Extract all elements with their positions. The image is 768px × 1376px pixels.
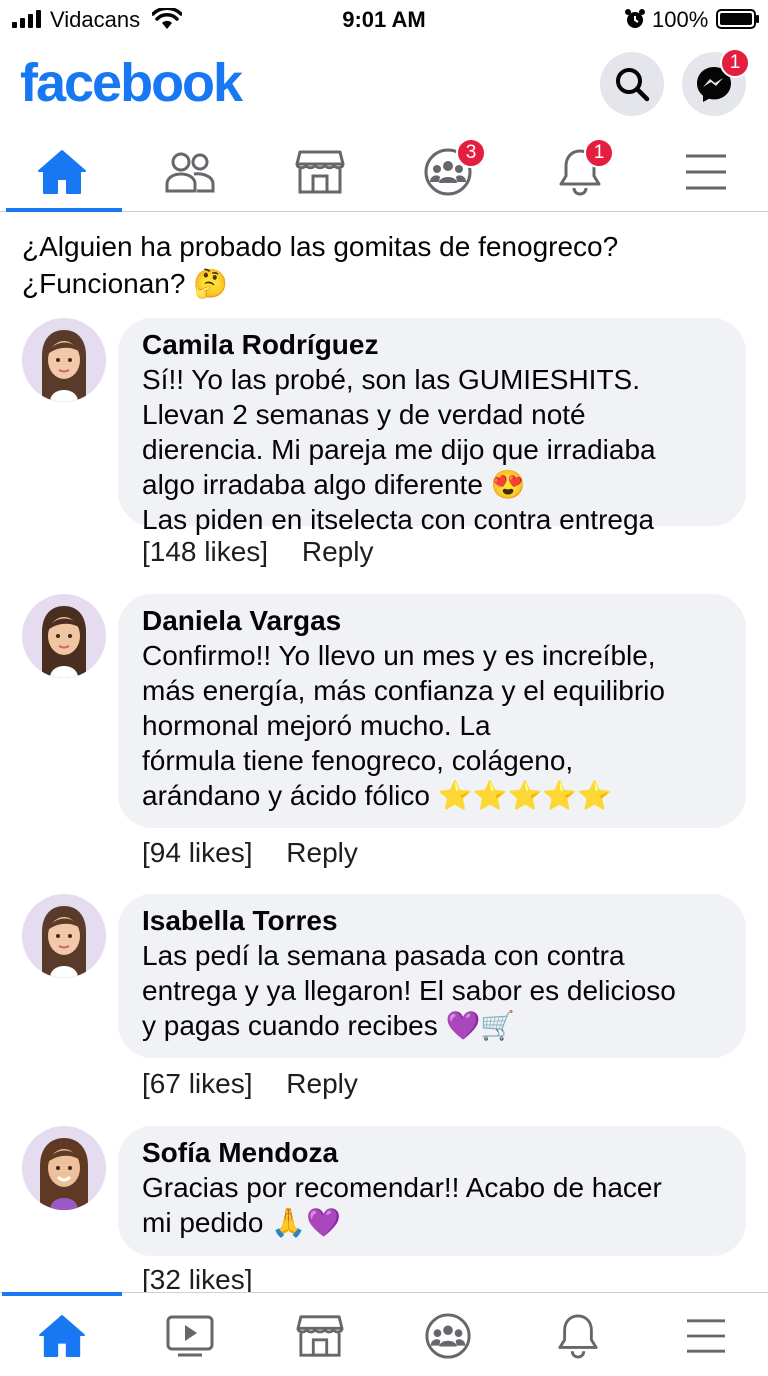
like-count[interactable]: [94 likes] (142, 837, 253, 869)
menu-icon (686, 154, 726, 190)
bottom-tab-groups[interactable] (388, 1301, 508, 1371)
tab-groups[interactable]: 3 (388, 132, 508, 212)
battery-percentage: 100% (652, 7, 709, 32)
battery-icon (716, 9, 759, 29)
bell-icon (558, 1314, 598, 1359)
comment-line: Las pedí la semana pasada con contra (142, 940, 625, 971)
comment-line: mi pedido 🙏💜 (142, 1207, 341, 1238)
comment-author[interactable]: Sofía Mendoza (142, 1136, 722, 1170)
comment-author[interactable]: Camila Rodríguez (142, 328, 722, 362)
friends-icon (165, 152, 215, 193)
comment-bubble: Camila Rodríguez Sí!! Yo las probé, son … (118, 318, 746, 535)
comment-line: Llevan 2 semanas y de verdad noté (142, 399, 586, 430)
comment-line: Confirmo!! Yo llevo un mes y es increíbl… (142, 640, 656, 671)
home-icon (39, 1314, 85, 1358)
groups-badge: 3 (456, 138, 486, 168)
reply-button[interactable]: Reply (286, 837, 358, 869)
avatar-image (42, 330, 86, 402)
tab-notifications[interactable]: 1 (520, 132, 640, 212)
avatar-image (42, 906, 86, 978)
comment-line: algo irradaba algo diferente 😍 (142, 469, 526, 500)
tab-marketplace[interactable] (260, 132, 380, 212)
search-icon (616, 68, 650, 102)
comment-line: más energía, más confianza y el equilibr… (142, 675, 665, 706)
menu-icon (687, 1319, 725, 1353)
search-button[interactable] (600, 52, 664, 116)
active-tab-indicator (6, 208, 122, 212)
reply-button[interactable]: Reply (302, 536, 374, 568)
tab-menu[interactable] (646, 132, 766, 212)
comment-bubble: Sofía Mendoza Gracias por recomendar!! A… (118, 1126, 746, 1256)
comment-bubble: Daniela Vargas Confirmo!! Yo llevo un me… (118, 594, 746, 828)
comment-actions: [148 likes] Reply (142, 536, 373, 568)
home-icon (38, 150, 86, 194)
comment-line: entrega y ya llegaron! El sabor es delic… (142, 975, 676, 1006)
comment-text: Confirmo!! Yo llevo un mes y es increíbl… (142, 638, 722, 813)
like-count[interactable]: [148 likes] (142, 536, 268, 568)
like-count[interactable]: [67 likes] (142, 1068, 253, 1100)
groups-icon (425, 1313, 471, 1359)
comment-line: Sí!! Yo las probé, son las GUMIESHITS. (142, 364, 640, 395)
comment-author[interactable]: Daniela Vargas (142, 604, 722, 638)
comment-line: hormonal mejoró mucho. La (142, 710, 491, 741)
status-bar: Vidacans 9:01 AM 100% (0, 0, 768, 40)
messenger-badge: 1 (720, 48, 750, 78)
comment-line: fórmula tiene fenogreco, colágeno, (142, 745, 574, 776)
tab-home[interactable] (2, 132, 122, 212)
avatar[interactable] (22, 1126, 106, 1210)
top-nav: 3 1 (0, 132, 768, 212)
bottom-tab-notifications[interactable] (518, 1301, 638, 1371)
comment-actions: [94 likes] Reply (142, 837, 358, 869)
alarm-icon (625, 9, 645, 28)
comment-line: Las piden en itselecta con contra entreg… (142, 504, 655, 535)
reply-button[interactable]: Reply (286, 1068, 358, 1100)
comment-line: dierencia. Mi pareja me dijo que irradia… (142, 434, 656, 465)
bottom-tab-home[interactable] (2, 1301, 122, 1371)
tab-friends[interactable] (130, 132, 250, 212)
comment-text: Sí!! Yo las probé, son las GUMIESHITS. L… (142, 362, 722, 537)
avatar-image (40, 1138, 88, 1210)
messenger-button[interactable]: 1 (682, 48, 750, 116)
post-text: ¿Alguien ha probado las gomitas de fenog… (22, 231, 619, 299)
facebook-logo[interactable]: facebook (20, 52, 243, 114)
video-icon (166, 1315, 214, 1357)
avatar[interactable] (22, 594, 106, 678)
comment-line: Gracias por recomendar!! Acabo de hacer (142, 1172, 662, 1203)
notifications-badge: 1 (584, 138, 614, 168)
bottom-tab-menu[interactable] (646, 1301, 766, 1371)
comment-line: y pagas cuando recibes 💜🛒 (142, 1010, 516, 1041)
bottom-tab-video[interactable] (130, 1301, 250, 1371)
marketplace-icon (296, 1315, 344, 1357)
comment-actions: [67 likes] Reply (142, 1068, 358, 1100)
active-tab-indicator (2, 1292, 122, 1296)
comment-line: arándano y ácido fólico ⭐⭐⭐⭐⭐ (142, 780, 613, 811)
comment-text: Las pedí la semana pasada con contra ent… (142, 938, 722, 1043)
avatar-image (42, 606, 86, 678)
comment-author[interactable]: Isabella Torres (142, 904, 722, 938)
bottom-tab-marketplace[interactable] (260, 1301, 380, 1371)
avatar[interactable] (22, 894, 106, 978)
marketplace-icon (295, 150, 345, 194)
bottom-nav (0, 1292, 768, 1376)
comment-text: Gracias por recomendar!! Acabo de hacer … (142, 1170, 722, 1240)
avatar[interactable] (22, 318, 106, 402)
comment-bubble: Isabella Torres Las pedí la semana pasad… (118, 894, 746, 1058)
